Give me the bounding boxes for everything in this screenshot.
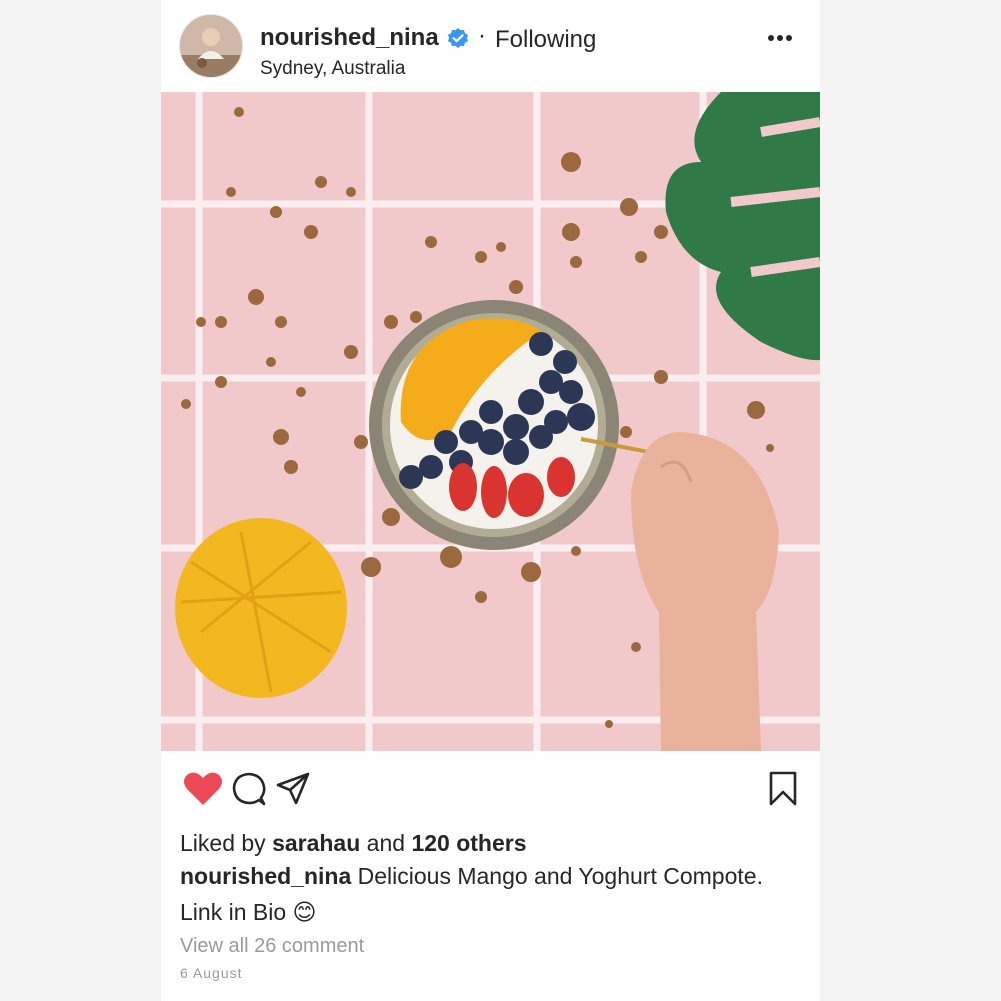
following-button[interactable]: Following — [495, 26, 596, 54]
likes-and: and — [360, 830, 412, 856]
view-comments-link[interactable]: View all 26 comment — [180, 935, 364, 958]
liked-by-user[interactable]: sarahau — [272, 830, 360, 856]
action-bar — [161, 751, 820, 831]
caption-username[interactable]: nourished_nina — [180, 863, 351, 889]
username[interactable]: nourished_nina — [260, 24, 439, 52]
separator-dot: · — [478, 22, 486, 49]
verified-badge-icon — [448, 28, 468, 48]
location-link[interactable]: Sydney, Australia — [260, 58, 405, 80]
post-card: nourished_nina · Following Sydney, Austr… — [161, 0, 820, 1001]
post-header: nourished_nina · Following Sydney, Austr… — [161, 0, 820, 92]
caption: nourished_nina Delicious Mango and Yoghu… — [180, 858, 780, 930]
post-image[interactable] — [161, 92, 820, 751]
bookmark-icon[interactable] — [768, 771, 798, 807]
more-options-icon[interactable] — [765, 26, 795, 50]
comment-icon[interactable] — [231, 771, 267, 807]
heart-icon[interactable] — [183, 771, 223, 807]
liked-by-others[interactable]: 120 others — [411, 830, 526, 856]
likes-summary: Liked by sarahau and 120 others — [180, 830, 527, 857]
post-date: 6 August — [180, 965, 243, 981]
send-icon[interactable] — [275, 771, 311, 807]
likes-prefix: Liked by — [180, 830, 273, 856]
avatar[interactable] — [179, 14, 243, 78]
